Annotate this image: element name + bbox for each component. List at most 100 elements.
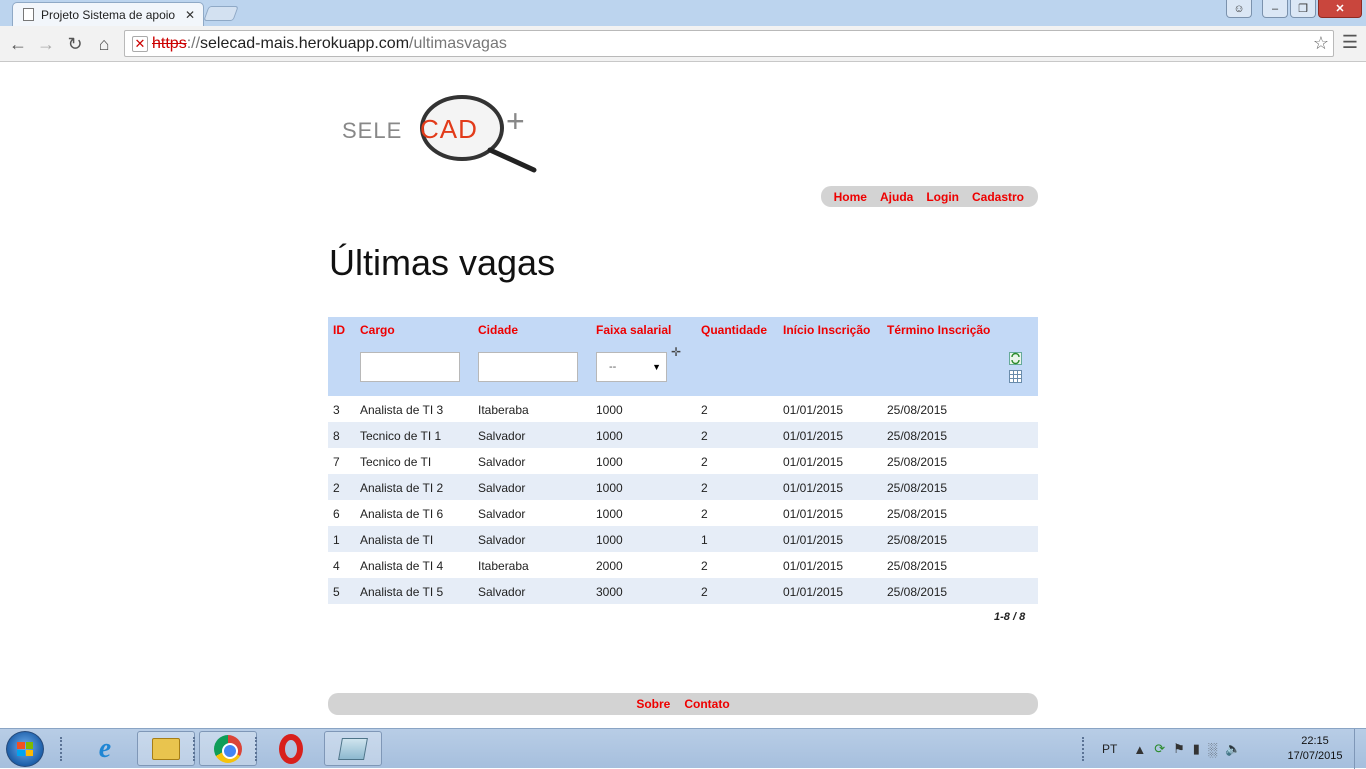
cell-inicio-inscricao: 01/01/2015 [783,585,844,599]
cell-quantidade: 2 [701,585,708,599]
cell-termino-inscricao: 25/08/2015 [887,481,948,495]
table-row[interactable]: 5 Analista de TI 5 Salvador 3000 2 01/01… [328,578,1038,604]
cell-cidade: Salvador [478,455,526,469]
nav-register-link[interactable]: Cadastro [972,190,1024,204]
cell-id: 6 [333,507,340,521]
browser-toolbar: ← → ↻ ⌂ ✕ https://selecad-mais.herokuapp… [0,26,1366,62]
cell-inicio-inscricao: 01/01/2015 [783,429,844,443]
column-header-quantidade[interactable]: Quantidade [701,323,767,337]
cell-id: 8 [333,429,340,443]
sync-icon[interactable]: ⟳ [1154,741,1165,757]
taskbar-grip [193,737,197,761]
cell-faixa-salarial: 1000 [596,533,623,547]
cell-id: 5 [333,585,340,599]
home-icon[interactable]: ⌂ [92,32,116,56]
cell-termino-inscricao: 25/08/2015 [887,429,948,443]
nav-help-link[interactable]: Ajuda [880,190,913,204]
forward-arrow-icon[interactable]: → [34,32,58,56]
cell-quantidade: 2 [701,559,708,573]
cell-quantidade: 1 [701,533,708,547]
column-header-faixa-salarial[interactable]: Faixa salarial [596,323,671,337]
cell-termino-inscricao: 25/08/2015 [887,585,948,599]
star-icon[interactable]: ☆ [1313,33,1329,54]
window-controls: ☺ – ❐ ✕ [1226,0,1362,18]
cell-inicio-inscricao: 01/01/2015 [783,559,844,573]
taskbar-grip [60,737,64,761]
maximize-icon[interactable]: ❐ [1290,0,1316,18]
show-desktop-button[interactable] [1354,729,1366,769]
address-bar[interactable]: ✕ https://selecad-mais.herokuapp.com/ult… [124,30,1334,57]
file-explorer-icon[interactable] [137,731,195,766]
column-header-cidade[interactable]: Cidade [478,323,518,337]
table-row[interactable]: 1 Analista de TI Salvador 1000 1 01/01/2… [328,526,1038,552]
column-header-id[interactable]: ID [333,323,345,337]
new-tab-button[interactable] [203,6,239,21]
column-header-inicio-inscricao[interactable]: Início Inscrição [783,323,870,337]
cell-faixa-salarial: 1000 [596,403,623,417]
insecure-lock-icon[interactable]: ✕ [132,35,148,52]
cidade-filter-input[interactable] [478,352,578,382]
opera-icon[interactable] [262,731,320,766]
site-logo[interactable]: SELE CAD + [340,92,540,174]
start-button[interactable] [6,731,44,767]
minimize-icon[interactable]: – [1262,0,1288,18]
move-cursor-icon: ✛ [671,345,682,359]
refresh-icon[interactable] [1009,352,1022,365]
url-separator: :// [186,34,201,52]
grid-header: ID Cargo Cidade Faixa salarial Quantidad… [328,317,1038,396]
tab-close-icon[interactable]: ✕ [185,8,195,22]
cell-cidade: Salvador [478,585,526,599]
cell-id: 1 [333,533,340,547]
windows-logo-icon [17,742,33,756]
column-header-termino-inscricao[interactable]: Término Inscrição [887,323,990,337]
chrome-icon[interactable] [199,731,257,766]
tab-title: Projeto Sistema de apoio [41,7,176,22]
cell-termino-inscricao: 25/08/2015 [887,455,948,469]
cell-cargo: Tecnico de TI [360,455,432,469]
cell-cargo: Analista de TI 6 [360,507,444,521]
power-icon[interactable]: ▮ [1193,741,1200,757]
logo-text-left: SELE [342,118,402,143]
network-icon[interactable]: ░ [1208,742,1217,757]
reload-icon[interactable]: ↻ [63,32,87,56]
cell-id: 3 [333,403,340,417]
cargo-filter-input[interactable] [360,352,460,382]
cell-termino-inscricao: 25/08/2015 [887,533,948,547]
browser-tabstrip: Projeto Sistema de apoio ✕ ☺ – ❐ ✕ [0,0,1366,26]
page-content: SELE CAD + Home Ajuda Login Cadastro Últ… [0,62,1366,728]
filter-select-value: -- [609,361,617,373]
table-row[interactable]: 8 Tecnico de TI 1 Salvador 1000 2 01/01/… [328,422,1038,448]
table-row[interactable]: 2 Analista de TI 2 Salvador 1000 2 01/01… [328,474,1038,500]
cell-inicio-inscricao: 01/01/2015 [783,507,844,521]
cell-cargo: Analista de TI 4 [360,559,444,573]
menu-icon[interactable]: ☰ [1342,32,1358,53]
taskbar: e PT ▲ ⟳ ⚑ ▮ ░ 🔈 22:15 17/07/2015 [0,728,1366,769]
user-icon[interactable]: ☺ [1226,0,1252,18]
cell-inicio-inscricao: 01/01/2015 [783,455,844,469]
volume-icon[interactable]: 🔈 [1225,741,1241,757]
column-header-cargo[interactable]: Cargo [360,323,395,337]
nav-login-link[interactable]: Login [926,190,959,204]
footer-about-link[interactable]: Sobre [636,697,670,711]
export-spreadsheet-icon[interactable] [1009,370,1022,383]
table-row[interactable]: 7 Tecnico de TI Salvador 1000 2 01/01/20… [328,448,1038,474]
footer-contact-link[interactable]: Contato [684,697,729,711]
table-row[interactable]: 6 Analista de TI 6 Salvador 1000 2 01/01… [328,500,1038,526]
nav-home-link[interactable]: Home [834,190,867,204]
language-indicator[interactable]: PT [1102,742,1117,756]
cell-quantidade: 2 [701,455,708,469]
notepad-icon[interactable] [324,731,382,766]
cell-cidade: Itaberaba [478,403,529,417]
table-row[interactable]: 3 Analista de TI 3 Itaberaba 1000 2 01/0… [328,396,1038,422]
show-hidden-icons-icon[interactable]: ▲ [1133,742,1146,757]
action-center-flag-icon[interactable]: ⚑ [1173,741,1185,757]
table-row[interactable]: 4 Analista de TI 4 Itaberaba 2000 2 01/0… [328,552,1038,578]
back-arrow-icon[interactable]: ← [6,32,30,56]
window-close-icon[interactable]: ✕ [1318,0,1362,18]
jobs-grid: ID Cargo Cidade Faixa salarial Quantidad… [328,317,1038,604]
browser-tab[interactable]: Projeto Sistema de apoio ✕ [12,2,204,26]
internet-explorer-icon[interactable]: e [76,731,134,766]
cell-quantidade: 2 [701,403,708,417]
faixa-salarial-filter-select[interactable]: -- ▼ [596,352,667,382]
clock[interactable]: 22:15 17/07/2015 [1275,734,1355,764]
